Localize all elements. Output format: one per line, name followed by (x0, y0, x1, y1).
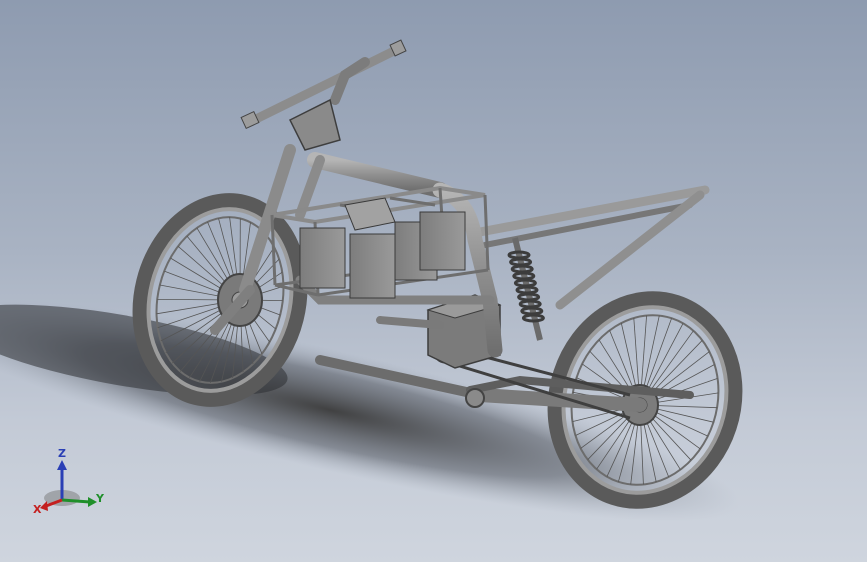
shock-absorber[interactable] (507, 237, 545, 341)
graphics-viewport[interactable]: Z X Y (0, 0, 867, 562)
z-axis-label: Z (58, 447, 66, 460)
z-arrow-icon (57, 460, 67, 470)
battery-pack[interactable] (299, 197, 466, 299)
handlebar-assembly[interactable] (240, 39, 407, 151)
rear-subframe[interactable] (475, 185, 710, 310)
y-axis (61, 498, 91, 504)
y-axis-label: Y (95, 492, 105, 505)
axis-triad[interactable]: Z X Y (30, 440, 110, 520)
x-axis-label: X (33, 503, 42, 516)
model-view[interactable] (0, 0, 867, 562)
